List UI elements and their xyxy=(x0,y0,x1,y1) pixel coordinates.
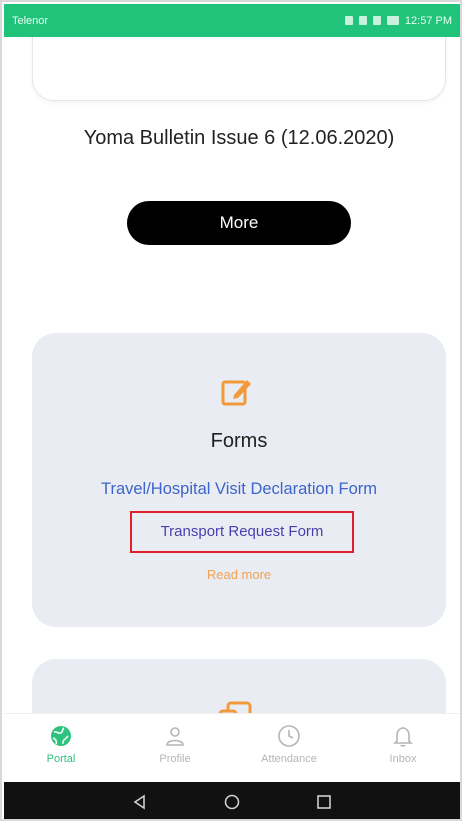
nav-inbox[interactable]: Inbox xyxy=(346,714,460,782)
nav-attendance[interactable]: Attendance xyxy=(232,714,346,782)
home-icon[interactable] xyxy=(223,793,241,811)
more-button[interactable]: More xyxy=(127,201,351,245)
forms-title: Forms xyxy=(210,430,268,452)
back-icon[interactable] xyxy=(131,793,149,811)
clock-time: 12:57 PM xyxy=(404,14,452,27)
status-bar: Telenor 12:57 PM xyxy=(4,4,460,37)
clock-icon xyxy=(278,725,300,747)
read-more-link[interactable]: Read more xyxy=(32,567,446,582)
globe-icon xyxy=(51,726,71,746)
nav-inbox-label: Inbox xyxy=(389,753,417,765)
user-icon xyxy=(166,727,184,746)
nav-profile-label: Profile xyxy=(159,753,191,765)
vibrate-icon xyxy=(344,16,353,25)
wifi-icon xyxy=(358,16,367,25)
transport-request-form-link[interactable]: Transport Request Form xyxy=(130,511,354,553)
system-navigation-bar xyxy=(4,782,460,819)
carrier-label: Telenor xyxy=(12,14,49,27)
forms-card: Forms Travel/Hospital Visit Declaration … xyxy=(32,333,446,627)
nav-profile[interactable]: Profile xyxy=(118,714,232,782)
portal-feed[interactable]: Yoma Bulletin Issue 6 (12.06.2020) More … xyxy=(4,37,460,713)
bell-icon xyxy=(393,727,413,747)
nav-portal-label: Portal xyxy=(46,753,76,765)
status-icons: 12:57 PM xyxy=(344,14,452,27)
edit-form-icon xyxy=(221,380,251,406)
chat-icon xyxy=(218,701,252,713)
bulletin-title: Yoma Bulletin Issue 6 (12.06.2020) xyxy=(83,127,395,149)
bulletin-image-card[interactable] xyxy=(32,37,446,101)
battery-icon xyxy=(386,16,399,25)
bottom-navigation: Portal Profile Attendance Inbox xyxy=(4,713,460,782)
app-screen: Telenor 12:57 PM Yoma Bulletin Issue 6 (… xyxy=(0,0,462,821)
recents-icon[interactable] xyxy=(315,793,333,811)
travel-hospital-declaration-link[interactable]: Travel/Hospital Visit Declaration Form xyxy=(32,480,446,499)
nav-attendance-label: Attendance xyxy=(261,753,317,765)
signal-icon xyxy=(372,16,381,25)
nav-portal[interactable]: Portal xyxy=(4,714,118,782)
next-card xyxy=(32,659,446,713)
